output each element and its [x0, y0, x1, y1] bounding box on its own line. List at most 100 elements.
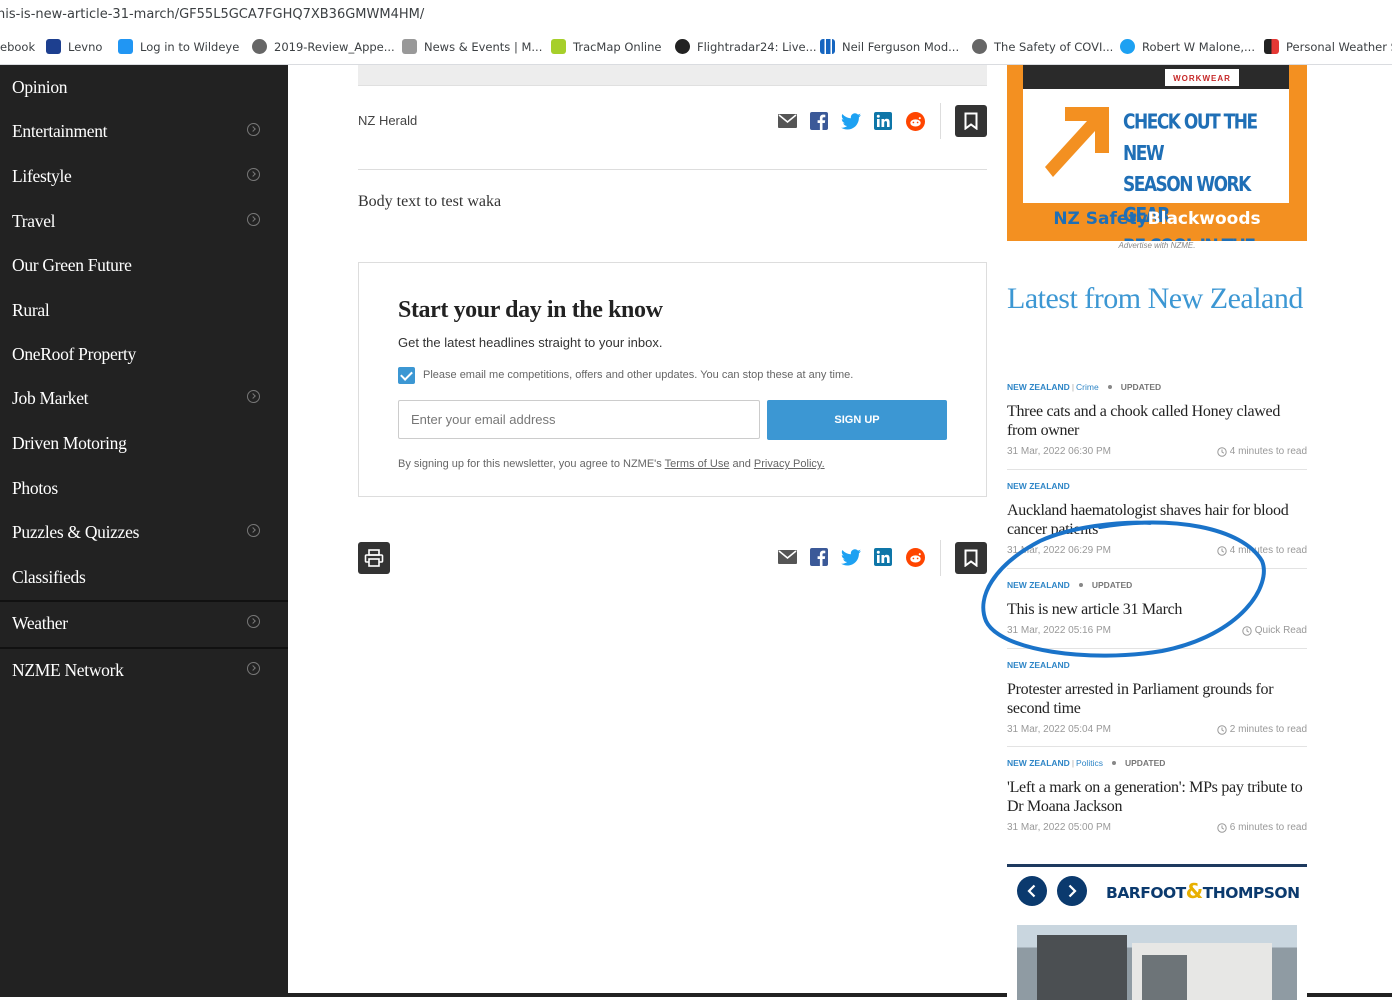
logo-amp: &	[1185, 879, 1203, 903]
subsection-link[interactable]: Politics	[1076, 758, 1103, 768]
article-headline[interactable]: Protester arrested in Parliament grounds…	[1007, 680, 1307, 718]
clock-icon	[1217, 545, 1227, 556]
sidebar-item-lifestyle[interactable]: Lifestyle	[0, 154, 288, 198]
latest-article[interactable]: NEW ZEALAND UPDATED This is new article 3…	[1007, 578, 1307, 636]
sidebar-item-opinion[interactable]: Opinion	[0, 65, 288, 109]
expand-chevron-icon[interactable]	[247, 524, 260, 537]
advertisement-banner[interactable]: WORKWEAR CHECK OUT THE NEW SEASON WORK G…	[1007, 65, 1307, 241]
email-share-icon[interactable]	[777, 111, 797, 131]
linkedin-share-icon[interactable]	[873, 111, 893, 131]
expand-chevron-icon[interactable]	[247, 123, 260, 136]
section-link[interactable]: NEW ZEALAND	[1007, 382, 1070, 392]
bookmark-levno[interactable]: Levno	[46, 29, 102, 64]
expand-chevron-icon[interactable]	[247, 168, 260, 181]
article-footer: 31 Mar, 2022 05:00 PM 6 minutes to read	[1007, 822, 1307, 833]
expand-chevron-icon[interactable]	[247, 390, 260, 403]
sidebar-item-weather[interactable]: Weather	[0, 601, 288, 645]
privacy-policy-link[interactable]: Privacy Policy.	[754, 458, 825, 470]
twitter-share-icon[interactable]	[841, 547, 861, 567]
article-footer: 31 Mar, 2022 05:04 PM 2 minutes to read	[1007, 724, 1307, 735]
latest-article[interactable]: NEW ZEALAND | Politics UPDATED 'Left a mark…	[1007, 756, 1307, 833]
expand-chevron-icon[interactable]	[247, 615, 260, 628]
terms-of-use-link[interactable]: Terms of Use	[665, 458, 730, 470]
article-meta: NEW ZEALAND | Politics UPDATED	[1007, 758, 1166, 768]
article-footer: 31 Mar, 2022 06:30 PM 4 minutes to read	[1007, 446, 1307, 457]
sidebar-item-label: Driven Motoring	[12, 433, 127, 453]
email-share-icon[interactable]	[777, 547, 797, 567]
bookmark-label: 2019-Review_Appe...	[274, 39, 395, 54]
crest-icon	[402, 39, 417, 54]
section-link[interactable]: NEW ZEALAND	[1007, 580, 1070, 590]
bookmark-tracmap[interactable]: TracMap Online	[551, 29, 661, 64]
dot-separator	[1111, 761, 1116, 766]
url-text: his-is-new-article-31-march/GF55L5GCA7FG…	[0, 7, 425, 22]
article-headline[interactable]: Auckland haematologist shaves hair for b…	[1007, 501, 1307, 539]
article-body: Body text to test waka	[358, 193, 502, 210]
sidebar-item-driven-motoring[interactable]: Driven Motoring	[0, 421, 288, 465]
carousel-prev-button[interactable]	[1017, 876, 1047, 906]
sidebar-item-job-market[interactable]: Job Market	[0, 376, 288, 420]
carousel-next-button[interactable]	[1057, 876, 1087, 906]
sign-up-button[interactable]: SIGN UP	[767, 400, 947, 440]
property-photo[interactable]	[1017, 925, 1297, 1000]
section-link[interactable]: NEW ZEALAND	[1007, 758, 1070, 768]
latest-article[interactable]: NEW ZEALAND Auckland haematologist shave…	[1007, 479, 1307, 556]
bookmark-ferguson[interactable]: Neil Ferguson Mod...	[820, 29, 959, 64]
chevron-right-icon	[1068, 884, 1077, 898]
facebook-share-icon[interactable]	[809, 547, 829, 567]
facebook-share-icon[interactable]	[809, 111, 829, 131]
section-link[interactable]: NEW ZEALAND	[1007, 481, 1070, 491]
sidebar-item-travel[interactable]: Travel	[0, 199, 288, 243]
bookmark-review[interactable]: 2019-Review_Appe...	[252, 29, 395, 64]
share-bar-bottom	[777, 547, 925, 567]
weather-station-icon	[1264, 39, 1279, 54]
section-link[interactable]: NEW ZEALAND	[1007, 660, 1070, 670]
barfoot-thompson-logo[interactable]: BARFOOT&THOMPSON	[1106, 879, 1300, 903]
bookmark-wildeye[interactable]: Log in to Wildeye	[118, 29, 239, 64]
sidebar-item-photos[interactable]: Photos	[0, 466, 288, 510]
sidebar-item-our-green-future[interactable]: Our Green Future	[0, 243, 288, 287]
wifi-icon	[46, 39, 61, 54]
expand-chevron-icon[interactable]	[247, 213, 260, 226]
advertise-note[interactable]: Advertise with NZME.	[1007, 241, 1307, 250]
sidebar-item-classifieds[interactable]: Classifieds	[0, 555, 288, 599]
bookmark-weather[interactable]: Personal Weather S...	[1264, 29, 1392, 64]
bookmark-malone[interactable]: Robert W Malone,...	[1120, 29, 1255, 64]
bookmark-covid-safety[interactable]: The Safety of COVI...	[972, 29, 1113, 64]
bookmark-news-events[interactable]: News & Events | M...	[402, 29, 542, 64]
bar-chart-icon	[820, 39, 835, 54]
article-headline[interactable]: This is new article 31 March	[1007, 600, 1307, 619]
bookmark-label: Flightradar24: Live...	[697, 39, 817, 54]
sidebar-item-label: Rural	[12, 300, 50, 320]
expand-chevron-icon[interactable]	[247, 662, 260, 675]
address-bar[interactable]: his-is-new-article-31-march/GF55L5GCA7FG…	[0, 0, 1392, 29]
bookmark-flightradar[interactable]: Flightradar24: Live...	[675, 29, 817, 64]
bookmark-facebook[interactable]: ebook	[0, 29, 35, 64]
latest-section-title[interactable]: Latest from New Zealand	[1007, 282, 1307, 316]
sidebar-item-entertainment[interactable]: Entertainment	[0, 109, 288, 153]
article-headline[interactable]: Three cats and a chook called Honey claw…	[1007, 402, 1307, 440]
twitter-share-icon[interactable]	[841, 111, 861, 131]
bookmark-button[interactable]	[955, 542, 987, 574]
bookmark-label: TracMap Online	[573, 39, 662, 54]
subsection-link[interactable]: Crime	[1076, 382, 1099, 392]
bookmark-button[interactable]	[955, 105, 987, 137]
marketing-consent-checkbox[interactable]	[398, 367, 415, 384]
share-divider	[940, 540, 941, 576]
sidebar-item-oneroof-property[interactable]: OneRoof Property	[0, 332, 288, 376]
linkedin-share-icon[interactable]	[873, 547, 893, 567]
article-headline[interactable]: 'Left a mark on a generation': MPs pay t…	[1007, 778, 1307, 816]
read-time: 6 minutes to read	[1229, 822, 1307, 833]
sidebar-item-nzme-network[interactable]: NZME Network	[0, 648, 288, 692]
print-button[interactable]	[358, 542, 390, 574]
latest-article[interactable]: NEW ZEALAND | Crime UPDATED Three cats and …	[1007, 380, 1307, 457]
sidebar-item-label: NZME Network	[12, 660, 124, 680]
sidebar-item-label: Travel	[12, 211, 56, 231]
reddit-share-icon[interactable]	[905, 547, 925, 567]
bookmark-label: Log in to Wildeye	[140, 39, 240, 54]
latest-article[interactable]: NEW ZEALAND Protester arrested in Parlia…	[1007, 658, 1307, 735]
reddit-share-icon[interactable]	[905, 111, 925, 131]
email-input[interactable]	[398, 400, 760, 439]
sidebar-item-puzzles-quizzes[interactable]: Puzzles & Quizzes	[0, 510, 288, 554]
sidebar-item-rural[interactable]: Rural	[0, 288, 288, 332]
